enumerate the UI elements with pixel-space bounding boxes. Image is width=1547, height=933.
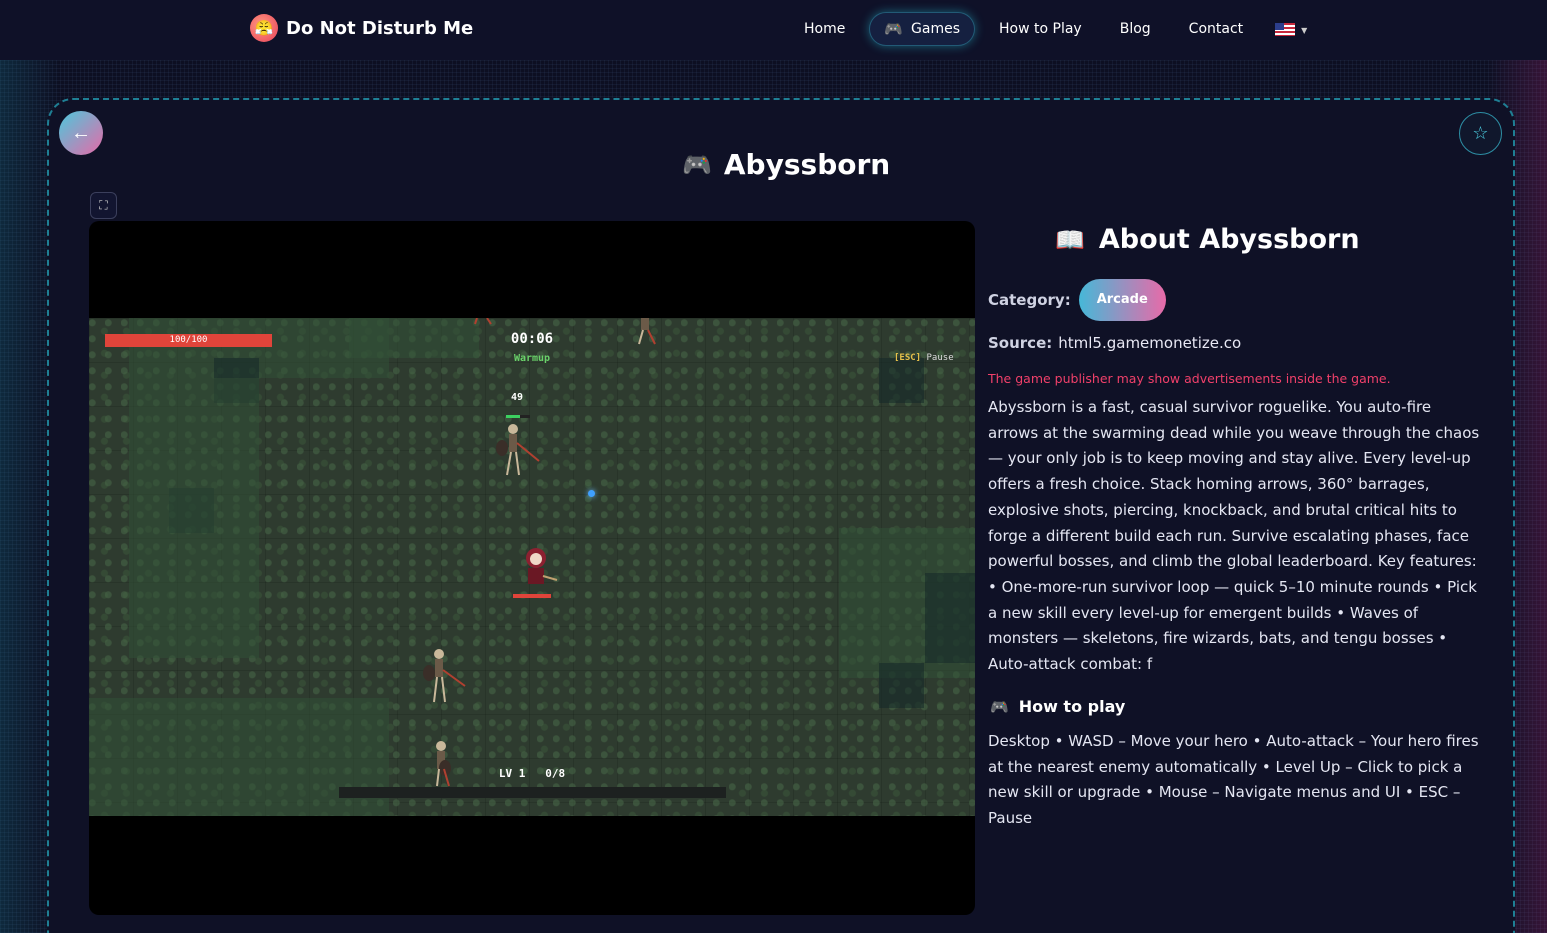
player-overhead-health-bar (513, 594, 551, 598)
us-flag-icon (1275, 22, 1296, 36)
site-header: 😤 Do Not Disturb Me Home 🎮 Games How to P… (0, 0, 1547, 60)
main-nav: Home 🎮 Games How to Play Blog Contact ▼ (790, 12, 1307, 46)
nav-games-label: Games (911, 21, 961, 37)
nav-games[interactable]: 🎮 Games (869, 12, 976, 46)
site-logo[interactable]: 😤 Do Not Disturb Me (250, 14, 473, 42)
skeleton-archer-sprite (638, 318, 656, 345)
nav-contact-label: Contact (1188, 21, 1244, 37)
fullscreen-button[interactable]: ⛶ (90, 192, 117, 219)
how-to-play-title-row: 🎮 How to play (990, 697, 1125, 716)
damage-number: 49 (511, 392, 524, 403)
about-title: About Abyssborn (1098, 224, 1360, 255)
esc-label: Pause (926, 353, 954, 363)
nav-blog-label: Blog (1119, 21, 1151, 37)
water-tile (879, 358, 924, 403)
water-tile (925, 573, 975, 663)
nav-home[interactable]: Home (790, 12, 859, 46)
favorite-button[interactable]: ☆ (1459, 112, 1502, 155)
gamepad-icon: 🎮 (990, 697, 1009, 716)
page-title-row: 🎮 Abyssborn (682, 148, 890, 181)
nav-home-label: Home (804, 21, 846, 37)
game-phase: Warmup (513, 353, 551, 364)
about-title-row: 📖 About Abyssborn (1055, 224, 1360, 255)
site-name: Do Not Disturb Me (286, 17, 474, 39)
ads-warning: The game publisher may show advertisemen… (988, 371, 1391, 386)
gamepad-icon: 🎮 (682, 150, 712, 179)
source-value: html5.gamemonetize.co (1058, 334, 1242, 352)
skeleton-archer-sprite (423, 649, 466, 703)
fullscreen-icon: ⛶ (99, 198, 108, 212)
category-row: Category: Arcade (988, 279, 1166, 321)
angry-face-icon: 😤 (250, 14, 278, 42)
water-tile (879, 663, 924, 708)
grass-tile (129, 378, 259, 658)
nav-how-to-play-label: How to Play (999, 21, 1082, 37)
player-sprite (526, 548, 558, 584)
page-title: Abyssborn (723, 148, 891, 181)
source-row: Source: html5.gamemonetize.co (988, 334, 1241, 352)
category-label: Category: (988, 291, 1071, 309)
experience-bar (339, 787, 726, 798)
level-indicator: LV 1 0/8 (498, 767, 566, 780)
how-to-play-title: How to play (1018, 697, 1126, 716)
skeleton-archer-sprite (436, 741, 451, 787)
nav-contact[interactable]: Contact (1175, 12, 1257, 46)
grass-tile (89, 698, 389, 816)
nav-how-to-play[interactable]: How to Play (985, 12, 1096, 46)
source-label: Source: (988, 334, 1053, 352)
game-description: Abyssborn is a fast, casual survivor rog… (988, 398, 1480, 674)
nav-blog[interactable]: Blog (1106, 12, 1165, 46)
category-badge[interactable]: Arcade (1078, 279, 1166, 321)
xp-orb (588, 490, 595, 497)
back-button[interactable]: ← (59, 111, 103, 155)
game-field: 100/100 00:06 Warmup [ESC] Pause 49 LV 1… (89, 318, 975, 816)
skeleton-archer-sprite (496, 424, 540, 476)
game-canvas[interactable]: 100/100 00:06 Warmup [ESC] Pause 49 LV 1… (89, 221, 975, 915)
chevron-down-icon: ▼ (1301, 25, 1308, 35)
pause-hint: [ESC] Pause (894, 353, 954, 363)
game-timer: 00:06 (510, 331, 554, 347)
star-icon: ☆ (1472, 123, 1489, 143)
esc-key: [ESC] (894, 353, 922, 363)
open-book-icon: 📖 (1055, 225, 1085, 254)
enemy-health-bar (506, 415, 530, 418)
arrow-left-icon: ← (71, 121, 91, 144)
language-selector[interactable]: ▼ (1267, 22, 1308, 36)
gamepad-icon: 🎮 (884, 20, 904, 38)
skeleton-archer-sprite (474, 318, 492, 325)
how-to-play-text: Desktop • WASD – Move your hero • Auto-a… (988, 732, 1479, 828)
